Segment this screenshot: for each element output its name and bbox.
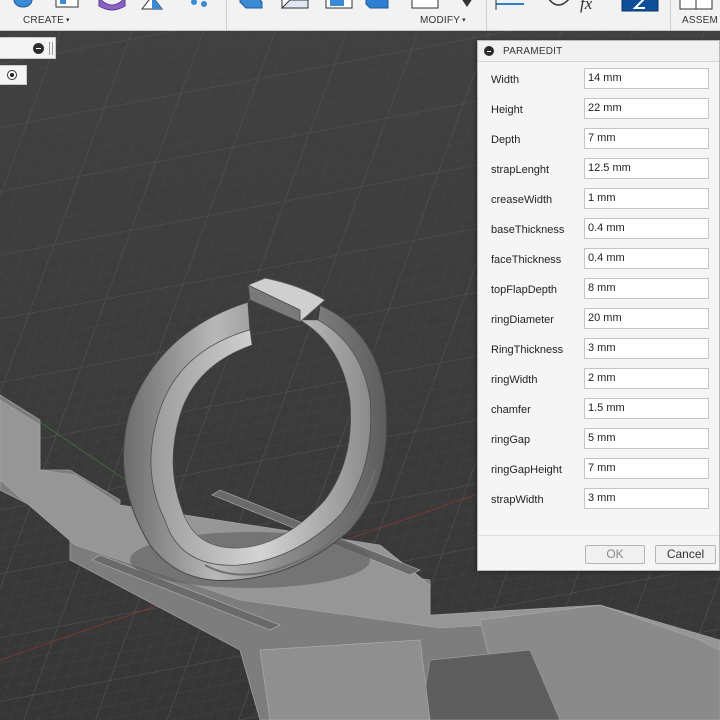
browser-collapse-icon[interactable]: [33, 43, 44, 54]
toolbar-separator: [486, 0, 487, 30]
param-row-depth: Depth 7 mm: [478, 128, 719, 150]
param-label: ringGap: [491, 434, 531, 446]
create-sketch-icon[interactable]: [12, 0, 34, 12]
param-input-ring-width[interactable]: 2 mm: [584, 368, 709, 389]
modify-caret-icon: ▾: [462, 17, 466, 24]
param-input-strap-width[interactable]: 3 mm: [584, 488, 709, 509]
param-row-ring-gap-height: ringGapHeight 7 mm: [478, 458, 719, 480]
param-label: baseThickness: [491, 224, 565, 236]
param-label: ringDiameter: [491, 314, 554, 326]
param-input-crease-width[interactable]: 1 mm: [584, 188, 709, 209]
param-label: ringWidth: [491, 374, 538, 386]
measure-icon[interactable]: [546, 0, 572, 14]
change-parameters-icon[interactable]: fx: [580, 0, 592, 14]
param-input-width[interactable]: 14 mm: [584, 68, 709, 89]
param-input-base-thickness[interactable]: 0.4 mm: [584, 218, 709, 239]
param-input-ring-thickness[interactable]: 3 mm: [584, 338, 709, 359]
create-caret-icon: ▾: [66, 17, 70, 24]
create-pattern-icon[interactable]: [140, 0, 168, 12]
param-label: Width: [491, 74, 520, 86]
create-label: CREATE: [23, 15, 65, 26]
param-input-ring-diameter[interactable]: 20 mm: [584, 308, 709, 329]
align-icon[interactable]: [494, 0, 526, 14]
param-row-ring-gap: ringGap 5 mm: [478, 428, 719, 450]
param-label: creaseWidth: [491, 194, 553, 206]
param-input-depth[interactable]: 7 mm: [584, 128, 709, 149]
assemble-menu[interactable]: ASSEM: [682, 15, 718, 26]
param-row-top-flap-depth: topFlapDepth 8 mm: [478, 278, 719, 300]
param-label: chamfer: [491, 404, 531, 416]
toolbar: CREATE ▾ MODIFY ▾ fx ASSEM: [0, 0, 720, 31]
browser-panel-strip: [0, 37, 56, 59]
param-input-face-thickness[interactable]: 0.4 mm: [584, 248, 709, 269]
param-row-strap-lenght: strapLenght 12.5 mm: [478, 158, 719, 180]
param-label: RingThickness: [491, 344, 564, 356]
modify-press-pull-icon[interactable]: [236, 0, 266, 12]
param-input-height[interactable]: 22 mm: [584, 98, 709, 119]
param-row-width: Width 14 mm: [478, 68, 719, 90]
param-input-ring-gap[interactable]: 5 mm: [584, 428, 709, 449]
param-row-height: Height 22 mm: [478, 98, 719, 120]
param-row-ring-width: ringWidth 2 mm: [478, 368, 719, 390]
param-label: ringGapHeight: [491, 464, 562, 476]
dialog-collapse-icon[interactable]: [484, 46, 494, 56]
param-row-base-thickness: baseThickness 0.4 mm: [478, 218, 719, 240]
create-menu[interactable]: CREATE ▾: [23, 15, 70, 26]
modify-shell-icon[interactable]: [362, 0, 392, 12]
param-input-top-flap-depth[interactable]: 8 mm: [584, 278, 709, 299]
paramedit-dialog: PARAMEDIT Width 14 mm Height 22 mm Depth…: [477, 40, 720, 571]
create-extrude-icon[interactable]: [52, 0, 82, 12]
param-row-face-thickness: faceThickness 0.4 mm: [478, 248, 719, 270]
param-input-ring-gap-height[interactable]: 7 mm: [584, 458, 709, 479]
dialog-title: PARAMEDIT: [503, 46, 563, 57]
modify-combine-icon[interactable]: [408, 0, 442, 12]
param-row-crease-width: creaseWidth 1 mm: [478, 188, 719, 210]
dialog-footer: OK Cancel: [478, 535, 719, 572]
ok-button[interactable]: OK: [585, 545, 645, 564]
param-label: strapLenght: [491, 164, 550, 176]
script-addin-icon[interactable]: [620, 0, 660, 12]
param-label: faceThickness: [491, 254, 562, 266]
assemble-label: ASSEM: [682, 15, 719, 26]
modify-chamfer-icon[interactable]: [322, 0, 356, 12]
create-form-icon[interactable]: [96, 0, 128, 12]
create-more-icon[interactable]: [186, 0, 214, 12]
assemble-joint-icon[interactable]: [676, 0, 716, 12]
modify-dropdown-arrow-icon[interactable]: [458, 0, 476, 12]
flap-panel[interactable]: [259, 639, 431, 720]
modify-label: MODIFY: [420, 15, 461, 26]
param-label: strapWidth: [491, 494, 544, 506]
param-row-ring-diameter: ringDiameter 20 mm: [478, 308, 719, 330]
param-row-strap-width: strapWidth 3 mm: [478, 488, 719, 510]
panel-grip-icon[interactable]: [49, 42, 53, 55]
modify-fillet-icon[interactable]: [278, 0, 312, 12]
dialog-header: PARAMEDIT: [478, 41, 719, 62]
param-row-ring-thickness: RingThickness 3 mm: [478, 338, 719, 360]
toolbar-separator: [226, 0, 227, 30]
modify-menu[interactable]: MODIFY ▾: [420, 15, 466, 26]
param-input-chamfer[interactable]: 1.5 mm: [584, 398, 709, 419]
visibility-radio-icon[interactable]: [7, 70, 17, 80]
param-input-strap-lenght[interactable]: 12.5 mm: [584, 158, 709, 179]
cancel-button[interactable]: Cancel: [655, 545, 716, 564]
param-label: topFlapDepth: [491, 284, 558, 296]
toolbar-separator: [670, 0, 671, 30]
param-row-chamfer: chamfer 1.5 mm: [478, 398, 719, 420]
param-label: Height: [491, 104, 523, 116]
browser-radio-strip: [0, 65, 27, 85]
param-label: Depth: [491, 134, 521, 146]
